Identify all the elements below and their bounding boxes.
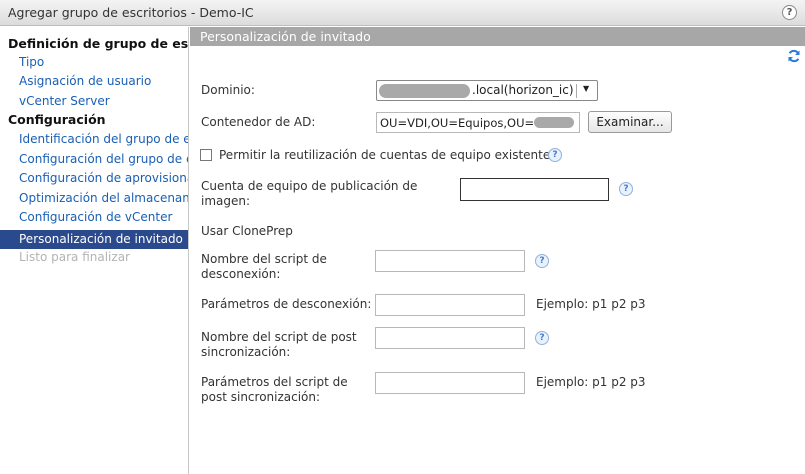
poweroff-params-example: Ejemplo: p1 p2 p3 — [536, 297, 646, 311]
help-icon[interactable]: ? — [535, 331, 549, 345]
ad-container-label: Contenedor de AD: — [201, 115, 316, 129]
domain-label: Dominio: — [201, 83, 255, 97]
ad-container-field[interactable]: OU=VDI,OU=Equipos,OU= — [376, 112, 580, 133]
sidebar-item-personalizacion[interactable]: Personalización de invitado — [0, 230, 188, 249]
reuse-accounts-checkbox[interactable] — [200, 149, 212, 161]
browse-button[interactable]: Examinar... — [588, 111, 672, 133]
postsync-params-input[interactable] — [375, 372, 525, 394]
reuse-accounts-label: Permitir la reutilización de cuentas de … — [219, 148, 557, 162]
ad-container-value: OU=VDI,OU=Equipos,OU= — [380, 116, 535, 130]
help-icon[interactable]: ? — [535, 254, 549, 268]
sidebar-item-config-vcenter[interactable]: Configuración de vCenter — [0, 208, 188, 226]
sidebar-section-configuracion: Configuración — [8, 112, 106, 127]
sidebar-item-asignacion[interactable]: Asignación de usuario — [0, 72, 188, 90]
refresh-icon[interactable] — [787, 49, 801, 63]
sidebar-item-vcenter-server[interactable]: vCenter Server — [0, 92, 188, 110]
domain-select[interactable]: .local(horizon_ic) ▼ — [376, 80, 598, 101]
postsync-script-label: Nombre del script de post sincronización… — [201, 330, 357, 359]
postsync-params-example: Ejemplo: p1 p2 p3 — [536, 375, 646, 389]
section-title: Personalización de invitado — [190, 27, 805, 46]
redacted-domain — [379, 84, 470, 98]
domain-value: .local(horizon_ic) — [472, 83, 574, 97]
postsync-script-input[interactable] — [375, 327, 525, 349]
help-icon[interactable]: ? — [548, 148, 562, 162]
postsync-params-label: Parámetros del script de post sincroniza… — [201, 375, 348, 404]
sidebar-item-aprovisionamiento[interactable]: Configuración de aprovisionamiento — [0, 169, 188, 187]
cloneprep-label: Usar ClonePrep — [201, 224, 293, 238]
window-titlebar: Agregar grupo de escritorios - Demo-IC ? — [0, 0, 805, 26]
sidebar-item-identificacion[interactable]: Identificación del grupo de escritorios — [0, 130, 188, 148]
sidebar-item-tipo[interactable]: Tipo — [0, 53, 188, 71]
poweroff-params-label: Parámetros de desconexión: — [201, 297, 372, 311]
redacted-ou — [534, 117, 574, 128]
publish-account-label: Cuenta de equipo de publicación de image… — [201, 179, 418, 208]
dropdown-separator — [576, 84, 577, 98]
chevron-down-icon[interactable]: ▼ — [583, 84, 589, 93]
help-icon[interactable]: ? — [782, 5, 797, 20]
sidebar-item-listo: Listo para finalizar — [19, 250, 130, 264]
sidebar-item-configuracion-grupo[interactable]: Configuración del grupo de escritorios — [0, 150, 188, 168]
window-title: Agregar grupo de escritorios - Demo-IC — [8, 5, 254, 20]
poweroff-params-input[interactable] — [375, 294, 525, 316]
sidebar-section-definition: Definición de grupo de escritorios — [8, 36, 189, 51]
help-icon[interactable]: ? — [619, 182, 633, 196]
sidebar-item-almacenamiento[interactable]: Optimización del almacenamiento — [0, 189, 188, 207]
poweroff-script-label: Nombre del script de desconexión: — [201, 252, 327, 281]
poweroff-script-input[interactable] — [375, 250, 525, 272]
publish-account-input[interactable] — [460, 178, 609, 201]
wizard-sidebar: Definición de grupo de escritorios Tipo … — [0, 27, 189, 474]
